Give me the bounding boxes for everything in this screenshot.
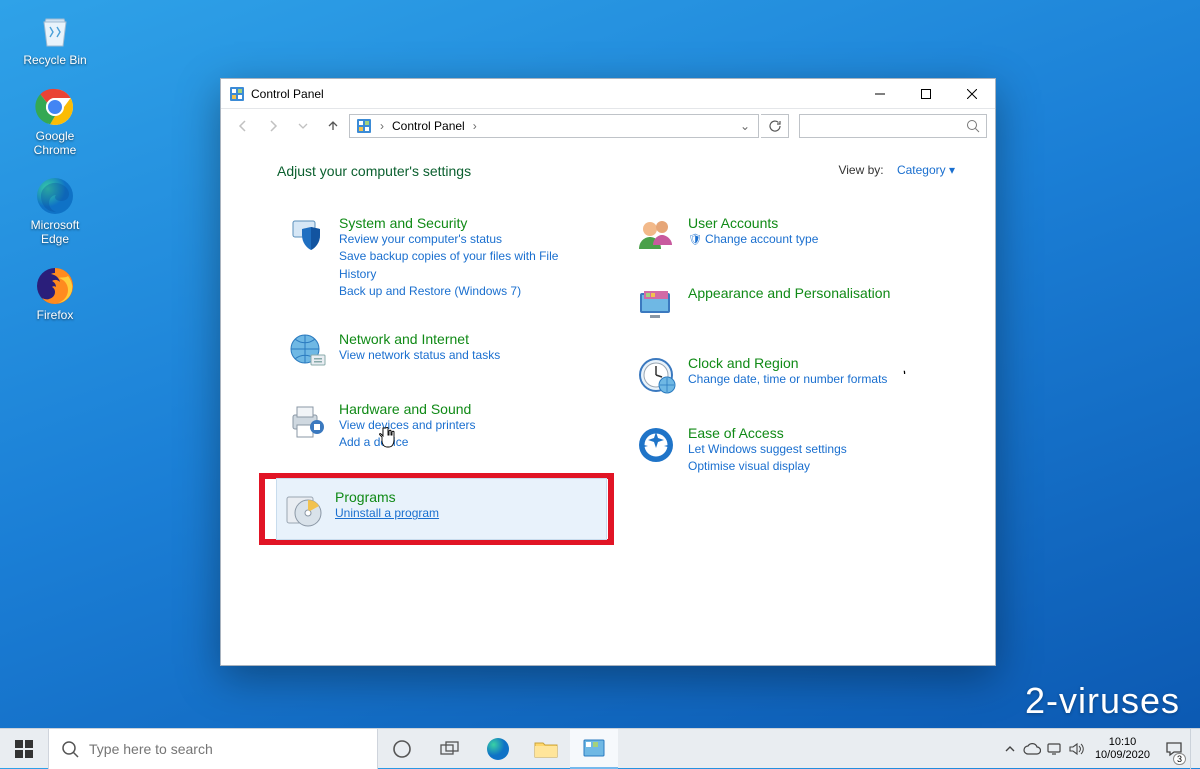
taskbar-app-control-panel[interactable] bbox=[570, 729, 618, 769]
clock-icon bbox=[636, 355, 676, 395]
desktop-icon-chrome[interactable]: Google Chrome bbox=[18, 86, 92, 158]
nav-back-button[interactable] bbox=[229, 112, 257, 140]
nav-forward-button[interactable] bbox=[259, 112, 287, 140]
category-title[interactable]: Appearance and Personalisation bbox=[688, 285, 890, 301]
category-system-security: System and Security Review your computer… bbox=[277, 207, 606, 309]
refresh-button[interactable] bbox=[761, 114, 789, 138]
window-title: Control Panel bbox=[251, 87, 857, 101]
tray-network-icon[interactable] bbox=[1043, 729, 1065, 769]
category-sublink[interactable]: Change account type bbox=[688, 231, 818, 249]
nav-recent-button[interactable] bbox=[289, 112, 317, 140]
people-icon bbox=[636, 215, 676, 255]
task-view-button[interactable] bbox=[426, 729, 474, 769]
category-sublink[interactable]: Save backup copies of your files with Fi… bbox=[339, 248, 596, 283]
control-panel-search[interactable] bbox=[799, 114, 987, 138]
category-sublink[interactable]: Optimise visual display bbox=[688, 458, 847, 475]
tray-volume-icon[interactable] bbox=[1065, 729, 1087, 769]
category-title[interactable]: System and Security bbox=[339, 215, 596, 231]
system-tray: 10:10 10/09/2020 3 bbox=[999, 729, 1200, 769]
nav-up-button[interactable] bbox=[319, 112, 347, 140]
categories-left-column: System and Security Review your computer… bbox=[277, 207, 606, 545]
search-icon bbox=[966, 119, 980, 133]
clock-date: 10/09/2020 bbox=[1095, 749, 1150, 762]
desktop-icon-label: Microsoft Edge bbox=[18, 219, 92, 247]
category-sublink[interactable]: Back up and Restore (Windows 7) bbox=[339, 283, 596, 300]
search-input[interactable] bbox=[806, 119, 966, 133]
chrome-icon bbox=[34, 86, 76, 128]
taskbar-search[interactable] bbox=[48, 729, 378, 769]
category-sublink[interactable]: View devices and printers bbox=[339, 417, 476, 434]
category-title[interactable]: Programs bbox=[335, 489, 439, 505]
edge-icon bbox=[34, 175, 76, 217]
category-title[interactable]: Clock and Region bbox=[688, 355, 887, 371]
category-title[interactable]: Ease of Access bbox=[688, 425, 847, 441]
view-by-dropdown[interactable]: Category ▾ bbox=[897, 163, 955, 177]
taskbar-app-explorer[interactable] bbox=[522, 729, 570, 769]
tray-onedrive-icon[interactable] bbox=[1021, 729, 1043, 769]
clock-time: 10:10 bbox=[1095, 736, 1150, 749]
category-title[interactable]: Network and Internet bbox=[339, 331, 500, 347]
category-sublink[interactable]: Let Windows suggest settings bbox=[688, 441, 847, 458]
nav-row: › Control Panel › ⌄ bbox=[221, 109, 995, 143]
monitor-icon bbox=[636, 285, 676, 325]
window-close-button[interactable] bbox=[949, 79, 995, 109]
category-sublink[interactable]: Review your computer's status bbox=[339, 231, 596, 248]
category-title[interactable]: User Accounts bbox=[688, 215, 818, 231]
category-network-internet: Network and Internet View network status… bbox=[277, 323, 606, 379]
desktop-icons: Recycle Bin Google Chrome Microsoft Edge… bbox=[18, 10, 92, 323]
show-desktop-button[interactable] bbox=[1190, 729, 1196, 769]
chevron-down-icon[interactable]: ⌄ bbox=[738, 119, 752, 133]
desktop-icon-firefox[interactable]: Firefox bbox=[18, 265, 92, 323]
category-programs: Programs Uninstall a program bbox=[277, 479, 606, 539]
content-area: Adjust your computer's settings View by:… bbox=[221, 143, 995, 665]
view-by-label: View by: bbox=[838, 163, 883, 177]
desktop-icon-label: Google Chrome bbox=[18, 130, 92, 158]
firefox-icon bbox=[34, 265, 76, 307]
globe-icon bbox=[287, 331, 327, 371]
category-clock-region: Clock and Region Change date, time or nu… bbox=[626, 347, 955, 403]
action-center-button[interactable]: 3 bbox=[1158, 729, 1190, 769]
disc-icon bbox=[283, 489, 323, 529]
chevron-right-icon: › bbox=[378, 119, 386, 133]
category-sublink[interactable]: Add a device bbox=[339, 434, 476, 451]
desktop-icon-edge[interactable]: Microsoft Edge bbox=[18, 175, 92, 247]
tray-chevron-up-icon[interactable] bbox=[999, 729, 1021, 769]
breadcrumb-item[interactable]: Control Panel bbox=[392, 119, 465, 133]
control-panel-icon bbox=[229, 86, 245, 102]
recycle-bin-icon bbox=[34, 10, 76, 52]
taskbar-app-edge[interactable] bbox=[474, 729, 522, 769]
desktop-icon-label: Recycle Bin bbox=[23, 54, 86, 68]
uninstall-a-program-link[interactable]: Uninstall a program bbox=[335, 505, 439, 522]
taskbar: 10:10 10/09/2020 3 bbox=[0, 728, 1200, 768]
search-icon bbox=[61, 740, 79, 758]
cortana-button[interactable] bbox=[378, 729, 426, 769]
start-button[interactable] bbox=[0, 729, 48, 769]
window-minimize-button[interactable] bbox=[857, 79, 903, 109]
category-sublink[interactable]: Change date, time or number formats bbox=[688, 371, 887, 388]
category-title[interactable]: Hardware and Sound bbox=[339, 401, 476, 417]
ease-of-access-icon bbox=[636, 425, 676, 465]
category-sublink[interactable]: View network status and tasks bbox=[339, 347, 500, 364]
taskbar-clock[interactable]: 10:10 10/09/2020 bbox=[1087, 736, 1158, 761]
category-hardware-sound: Hardware and Sound View devices and prin… bbox=[277, 393, 606, 460]
notification-badge: 3 bbox=[1173, 753, 1186, 765]
view-by: View by: Category ▾ bbox=[838, 163, 955, 177]
desktop-icon-recycle-bin[interactable]: Recycle Bin bbox=[18, 10, 92, 68]
category-ease-of-access: Ease of Access Let Windows suggest setti… bbox=[626, 417, 955, 484]
shield-icon bbox=[287, 215, 327, 255]
category-user-accounts: User Accounts Change account type bbox=[626, 207, 955, 263]
taskbar-search-input[interactable] bbox=[89, 741, 365, 757]
address-bar[interactable]: › Control Panel › ⌄ bbox=[349, 114, 759, 138]
chevron-right-icon: › bbox=[471, 119, 479, 133]
control-panel-window: Control Panel › Control Panel › ⌄ Adjust… bbox=[220, 78, 996, 666]
categories-right-column: User Accounts Change account type Appear… bbox=[626, 207, 955, 545]
category-appearance: Appearance and Personalisation bbox=[626, 277, 955, 333]
control-panel-icon bbox=[356, 118, 372, 134]
annotation-highlight-box: Programs Uninstall a program bbox=[259, 473, 614, 545]
window-titlebar: Control Panel bbox=[221, 79, 995, 109]
desktop-icon-label: Firefox bbox=[37, 309, 74, 323]
watermark-text: 2-viruses bbox=[1025, 680, 1180, 722]
window-maximize-button[interactable] bbox=[903, 79, 949, 109]
printer-icon bbox=[287, 401, 327, 441]
